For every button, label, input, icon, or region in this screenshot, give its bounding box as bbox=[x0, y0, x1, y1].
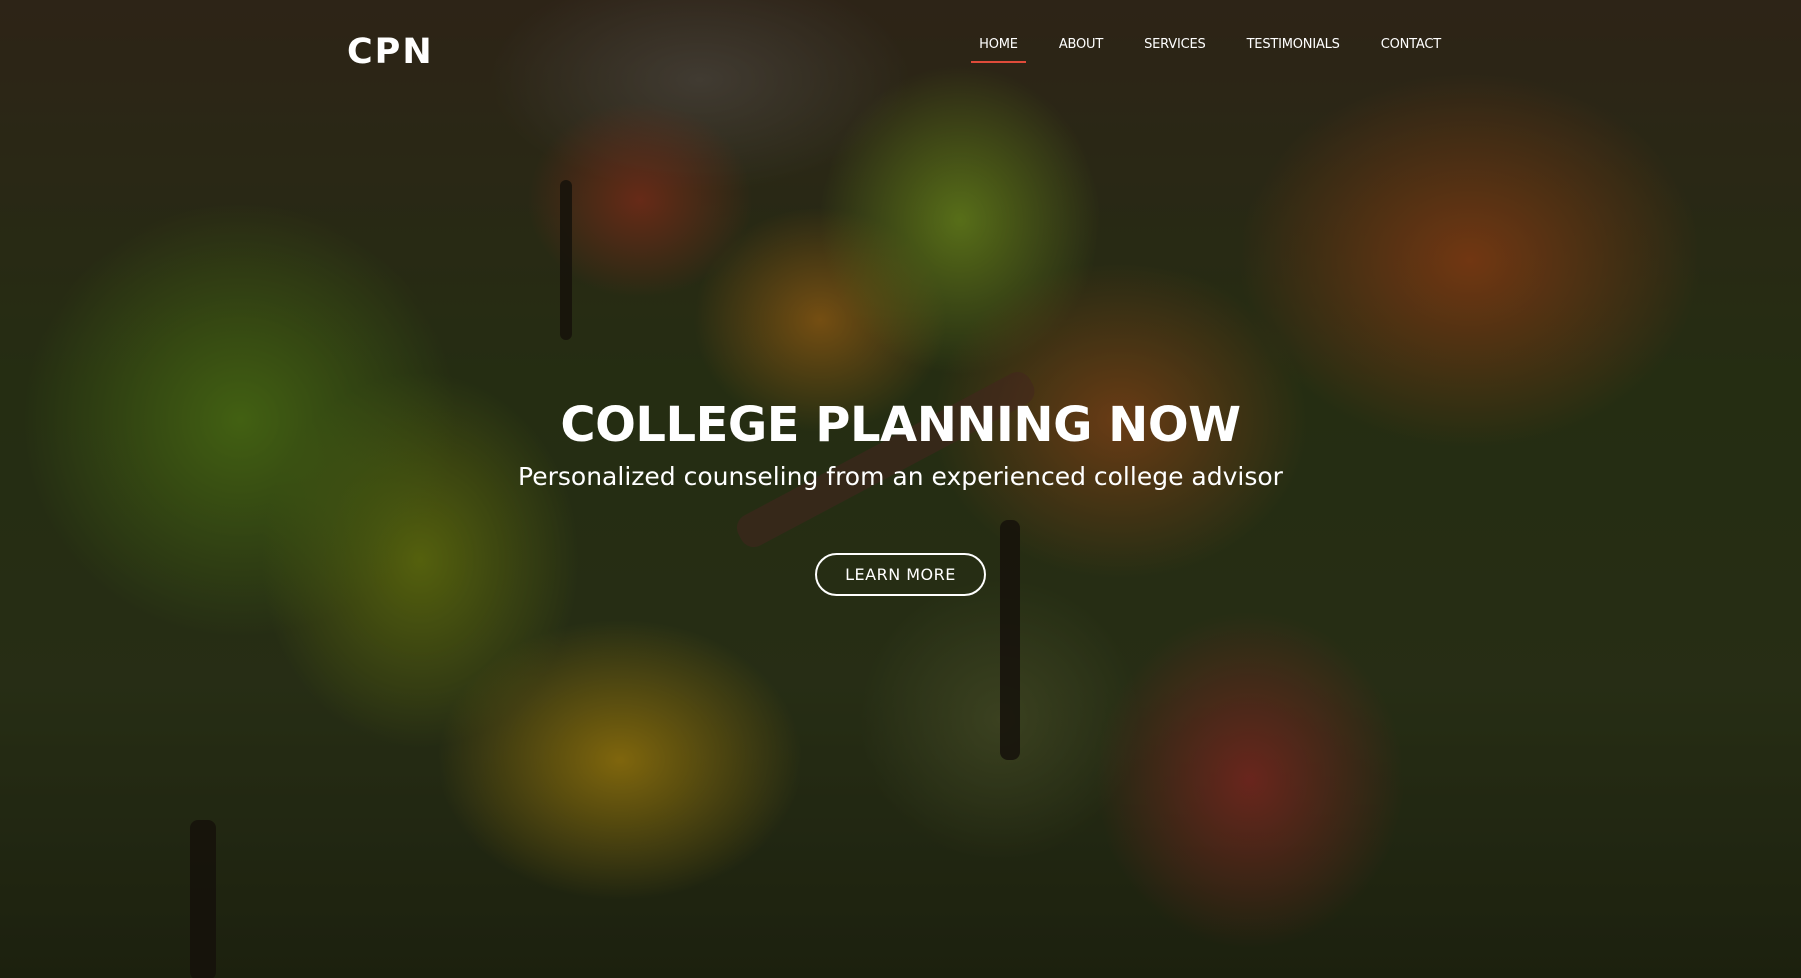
learn-more-button[interactable]: LEARN MORE bbox=[815, 553, 986, 596]
nav-item-home[interactable]: HOME bbox=[971, 34, 1026, 63]
hero-title: COLLEGE PLANNING NOW bbox=[560, 397, 1241, 453]
navbar: CPN HOME ABOUT SERVICES TESTIMONIALS CON… bbox=[0, 0, 1801, 100]
nav-item-contact[interactable]: CONTACT bbox=[1373, 34, 1449, 63]
main-nav: HOME ABOUT SERVICES TESTIMONIALS CONTACT bbox=[971, 34, 1449, 63]
nav-item-testimonials[interactable]: TESTIMONIALS bbox=[1239, 34, 1348, 63]
nav-item-about[interactable]: ABOUT bbox=[1051, 34, 1111, 63]
site-logo[interactable]: CPN bbox=[347, 32, 434, 72]
hero-content: COLLEGE PLANNING NOW Personalized counse… bbox=[0, 395, 1801, 596]
hero-subtitle: Personalized counseling from an experien… bbox=[518, 462, 1283, 491]
nav-item-services[interactable]: SERVICES bbox=[1136, 34, 1213, 63]
hero-section: CPN HOME ABOUT SERVICES TESTIMONIALS CON… bbox=[0, 0, 1801, 978]
